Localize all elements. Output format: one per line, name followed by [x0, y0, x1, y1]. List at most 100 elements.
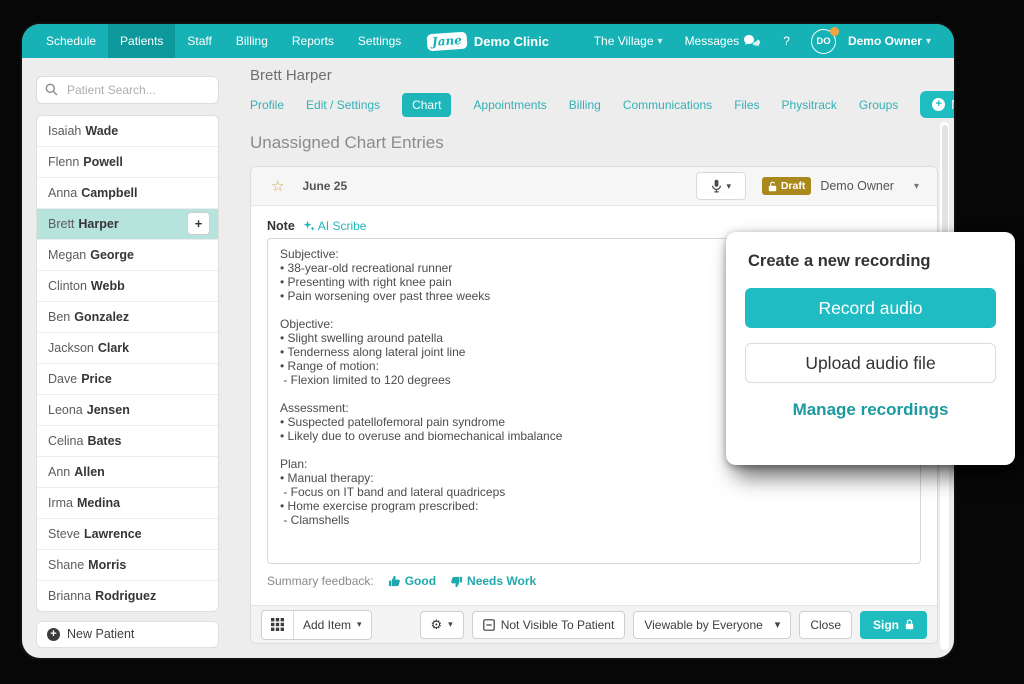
patient-list-item[interactable]: Clinton Webb +	[37, 270, 218, 301]
patient-last-name: Bates	[87, 434, 121, 448]
new-button-label: New	[951, 98, 954, 112]
patient-first-name: Anna	[48, 186, 77, 200]
patient-first-name: Dave	[48, 372, 77, 386]
nav-item[interactable]: Patients	[108, 24, 175, 58]
patient-list-item[interactable]: Ben Gonzalez +	[37, 301, 218, 332]
patient-first-name: Ben	[48, 310, 70, 324]
patient-tab[interactable]: Communications	[623, 93, 712, 117]
feedback-good-button[interactable]: Good	[388, 574, 436, 588]
patient-first-name: Irma	[48, 496, 73, 510]
patient-search[interactable]	[36, 76, 219, 104]
sparkle-icon	[303, 220, 315, 232]
nav-item[interactable]: Schedule	[34, 24, 108, 58]
unlock-icon	[768, 181, 777, 192]
patient-list-item[interactable]: Leona Jensen +	[37, 394, 218, 425]
chevron-down-icon: ▾	[775, 618, 781, 631]
patient-list-item[interactable]: Ann Allen +	[37, 456, 218, 487]
patient-tab[interactable]: Files	[734, 93, 759, 117]
nav-item[interactable]: Reports	[280, 24, 346, 58]
close-button[interactable]: Close	[799, 611, 852, 639]
visibility-value: Viewable by Everyone	[644, 618, 763, 632]
patient-list-item[interactable]: Irma Medina +	[37, 487, 218, 518]
patient-tab[interactable]: Physitrack	[782, 93, 837, 117]
patient-list-item[interactable]: Brett Harper +	[37, 208, 218, 239]
patient-list-item[interactable]: Anna Campbell +	[37, 177, 218, 208]
jane-logo-icon: Jane	[426, 31, 467, 51]
entry-toolbar: Add Item ▾ ⚙ ▾	[251, 605, 937, 643]
new-chart-entry-button[interactable]: + New	[920, 91, 954, 118]
patient-tab[interactable]: Profile	[250, 93, 284, 117]
patient-list-item[interactable]: Megan George +	[37, 239, 218, 270]
location-menu[interactable]: The Village ▾	[585, 34, 672, 48]
upload-audio-button[interactable]: Upload audio file	[745, 343, 996, 383]
patient-list-item[interactable]: Jackson Clark +	[37, 332, 218, 363]
clinic-name: Demo Clinic	[474, 34, 549, 49]
patient-tab[interactable]: Chart	[402, 93, 451, 117]
patient-tab[interactable]: Groups	[859, 93, 898, 117]
record-audio-button[interactable]: Record audio	[745, 288, 996, 328]
nav-item[interactable]: Billing	[224, 24, 280, 58]
nav-item[interactable]: Settings	[346, 24, 413, 58]
patient-header: Brett Harper Profile Edit / Settings Chart…	[224, 58, 954, 118]
sign-button[interactable]: Sign	[860, 611, 927, 639]
brand: Jane Demo Clinic	[427, 24, 549, 58]
patient-list-item[interactable]: Brianna Rodriguez +	[37, 580, 218, 611]
plus-circle-icon: +	[932, 98, 945, 111]
entry-date[interactable]: June 25	[302, 179, 347, 193]
ai-scribe-label: AI Scribe	[318, 219, 367, 233]
patient-sidebar: Isaiah Wade + Flenn Powell + Anna	[22, 58, 224, 658]
patient-tab[interactable]: Billing	[569, 93, 601, 117]
add-chart-entry-button[interactable]: +	[187, 212, 210, 235]
star-icon[interactable]: ☆	[271, 177, 284, 195]
patient-first-name: Leona	[48, 403, 83, 417]
patient-first-name: Brianna	[48, 589, 91, 603]
record-dropdown-button[interactable]: ▾	[696, 172, 746, 200]
patient-list-item[interactable]: Steve Lawrence +	[37, 518, 218, 549]
visibility-select[interactable]: Viewable by Everyone ▾	[633, 611, 791, 639]
new-patient-button[interactable]: + New Patient	[36, 621, 219, 649]
not-visible-label: Not Visible To Patient	[501, 618, 615, 632]
nav-item[interactable]: Staff	[175, 24, 223, 58]
location-label: The Village	[594, 34, 654, 48]
header-actions: + New	[920, 91, 954, 118]
patient-first-name: Flenn	[48, 155, 79, 169]
patient-list-item[interactable]: Flenn Powell +	[37, 146, 218, 177]
patient-name: Brett Harper	[250, 67, 948, 84]
user-menu[interactable]: Demo Owner ▾	[846, 34, 940, 48]
patient-last-name: Allen	[74, 465, 105, 479]
chevron-down-icon: ▾	[357, 619, 362, 630]
not-visible-button[interactable]: Not Visible To Patient	[472, 611, 626, 639]
microphone-icon	[711, 179, 722, 193]
messages-menu[interactable]: Messages	[676, 34, 771, 48]
patient-search-input[interactable]	[65, 82, 224, 98]
patient-first-name: Steve	[48, 527, 80, 541]
patient-tab[interactable]: Appointments	[473, 93, 546, 117]
gear-icon: ⚙	[431, 617, 443, 633]
help-button[interactable]: ?	[774, 34, 799, 48]
note-label: Note	[267, 219, 295, 233]
template-grid-button[interactable]	[262, 611, 293, 639]
add-item-button[interactable]: Add Item ▾	[293, 611, 371, 639]
patient-list-item[interactable]: Shane Morris +	[37, 549, 218, 580]
user-avatar[interactable]: DO	[811, 29, 836, 54]
feedback-needs-work-button[interactable]: Needs Work	[450, 574, 536, 588]
hidden-box-icon	[483, 619, 495, 631]
patient-last-name: Medina	[77, 496, 120, 510]
chevron-down-icon: ▾	[658, 36, 663, 47]
patient-list-item[interactable]: Celina Bates +	[37, 425, 218, 456]
ai-scribe-link[interactable]: AI Scribe	[303, 219, 367, 233]
patient-first-name: Isaiah	[48, 124, 81, 138]
search-icon	[45, 83, 58, 96]
patient-tab[interactable]: Edit / Settings	[306, 93, 380, 117]
chevron-down-icon[interactable]: ▾	[914, 181, 919, 192]
settings-dropdown-button[interactable]: ⚙ ▾	[420, 611, 464, 639]
patient-last-name: Wade	[85, 124, 118, 138]
patient-list-item[interactable]: Dave Price +	[37, 363, 218, 394]
patient-list-item[interactable]: Isaiah Wade +	[37, 116, 218, 146]
feedback-label: Summary feedback:	[267, 574, 374, 588]
grid-icon	[271, 618, 284, 631]
patient-last-name: Gonzalez	[74, 310, 129, 324]
manage-recordings-link[interactable]: Manage recordings	[745, 400, 996, 420]
top-nav: SchedulePatientsStaffBillingReportsSetti…	[22, 24, 954, 58]
nav-right-group: The Village ▾ Messages ? DO	[585, 29, 940, 54]
